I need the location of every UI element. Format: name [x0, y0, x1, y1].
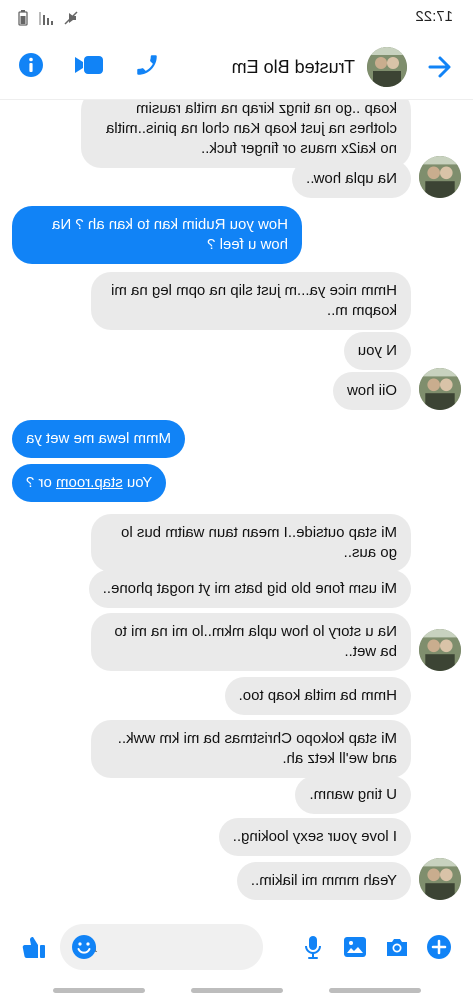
message-input[interactable]: Aa — [60, 924, 263, 970]
message-bubble[interactable]: I love your sexy looking.. — [218, 818, 411, 856]
message-bubble[interactable]: Mmm lewa me wet ya — [12, 420, 186, 458]
thumbs-up-icon[interactable] — [20, 933, 48, 961]
emoji-icon[interactable] — [70, 933, 98, 961]
message-bubble[interactable]: N you — [343, 332, 411, 370]
message-bubble[interactable]: U ting wanm. — [295, 776, 411, 814]
message-bubble[interactable]: Mi stap kokopo Christmas ba mi km wwk.. … — [91, 720, 411, 778]
message-row: Mmm lewa me wet ya — [12, 420, 186, 458]
message-row: Na u story lo how upla mkm..lo mi na mi … — [91, 613, 461, 671]
message-row: Mi stap kokopo Christmas ba mi km wwk.. … — [91, 720, 461, 778]
message-row: N you — [343, 332, 461, 370]
message-row: Hmm nice ya...m just slip na opm leg na … — [91, 272, 461, 330]
contact-avatar — [419, 629, 461, 671]
contact-avatar — [419, 156, 461, 198]
nav-back-handle[interactable] — [329, 988, 421, 993]
message-row: Oii how — [332, 368, 461, 410]
contact-avatar — [419, 368, 461, 410]
plus-icon[interactable] — [425, 933, 453, 961]
signal-icon — [38, 11, 54, 30]
message-row: I love your sexy looking.. — [218, 818, 461, 856]
nav-home-handle[interactable] — [191, 988, 283, 993]
contact-avatar[interactable] — [367, 47, 407, 87]
gallery-icon[interactable] — [341, 933, 369, 961]
message-bubble[interactable]: You stap.room or ? — [12, 464, 167, 502]
conversation-header: Trusted Blo Em — [0, 34, 473, 100]
header-actions — [18, 52, 160, 83]
contact-name[interactable]: Trusted Blo Em — [232, 57, 355, 78]
message-bubble[interactable]: Na u story lo how upla mkm..lo mi na mi … — [91, 613, 411, 671]
message-link[interactable]: stap.room — [56, 474, 123, 491]
message-row: Mi stap outside..I mean taun waitm bus l… — [91, 514, 461, 572]
contact-avatar — [419, 858, 461, 900]
mute-icon — [64, 11, 78, 30]
message-list[interactable]: koap ..go na tingz kirap na mitla rausim… — [0, 100, 473, 915]
message-bubble[interactable]: Hmm ba mitla koap too. — [224, 677, 411, 715]
camera-icon[interactable] — [383, 933, 411, 961]
battery-icon — [18, 10, 28, 31]
back-arrow-icon[interactable] — [425, 52, 455, 82]
phone-icon[interactable] — [134, 52, 160, 83]
message-row: U ting wanm. — [295, 776, 461, 814]
status-time: 17:22 — [415, 8, 453, 25]
message-bubble[interactable]: Na upla how.. — [292, 160, 411, 198]
message-bubble[interactable]: Yeah mmm mi liakim.. — [236, 862, 411, 900]
message-bubble[interactable]: How you Rubim kan to kan ah ? Na how u f… — [12, 206, 302, 264]
message-row: Yeah mmm mi liakim.. — [236, 858, 461, 900]
message-composer: Aa — [0, 918, 473, 978]
status-icons — [18, 10, 78, 31]
message-row: Mi usm fone blo big bats mi yt nogat pho… — [88, 570, 461, 608]
message-bubble[interactable]: Mi stap outside..I mean taun waitm bus l… — [91, 514, 411, 572]
nav-recents-handle[interactable] — [53, 988, 145, 993]
message-bubble[interactable]: Hmm nice ya...m just slip na opm leg na … — [91, 272, 411, 330]
mic-icon[interactable] — [299, 933, 327, 961]
message-row: You stap.room or ? — [12, 464, 167, 502]
info-icon[interactable] — [18, 52, 44, 83]
video-icon[interactable] — [74, 54, 104, 81]
system-nav-bar — [0, 980, 473, 1000]
message-bubble[interactable]: Mi usm fone blo big bats mi yt nogat pho… — [88, 570, 411, 608]
message-row: Hmm ba mitla koap too. — [224, 677, 461, 715]
status-bar: 17:22 — [0, 0, 473, 34]
message-row: Na upla how.. — [292, 156, 461, 198]
message-bubble[interactable]: Oii how — [332, 372, 411, 410]
messenger-screen: 17:22 Trusted Blo Em koap ..go na tingz … — [0, 0, 473, 1000]
message-row: How you Rubim kan to kan ah ? Na how u f… — [12, 206, 302, 264]
